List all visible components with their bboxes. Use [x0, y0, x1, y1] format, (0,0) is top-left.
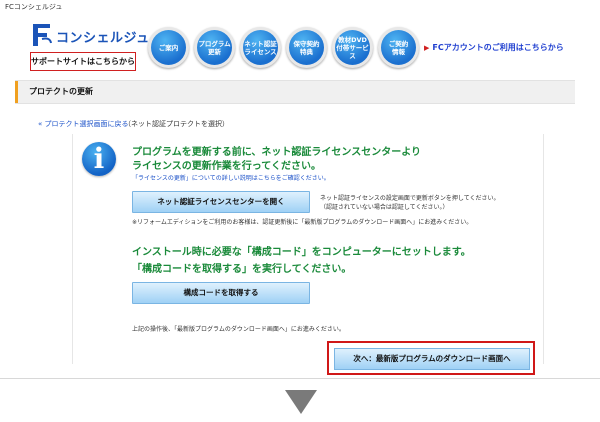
open-license-center-button[interactable]: ネット認証ライセンスセンターを開く [132, 191, 310, 213]
fc-account-link-label: FCアカウントのご利用はこちらから [432, 43, 564, 52]
support-site-link[interactable]: サポートサイトはこちらから [30, 52, 136, 71]
next-download-button[interactable]: 次へ：最新版プログラムのダウンロード画面へ [334, 348, 530, 370]
nav-program-update-button[interactable]: プログラム 更新 [194, 27, 235, 68]
triangle-right-icon: ▶ [424, 44, 430, 52]
nav-maintenance-label: 保守契約 特典 [289, 30, 324, 65]
back-link-subtext: （ネット認証プロテクトを選択） [124, 120, 229, 128]
nav-net-license-button[interactable]: ネット認証 ライセンス [240, 27, 281, 68]
get-config-code-button[interactable]: 構成コードを取得する [132, 282, 310, 304]
back-to-protect-select-link[interactable]: « プロテクト選択画面に戻る [38, 119, 129, 129]
nav-contract-info-label: ご契約 情報 [381, 30, 416, 65]
next-button-highlight: 次へ：最新版プログラムのダウンロード画面へ [327, 341, 535, 375]
config-code-message-line2: 「構成コードを取得する」を実行してください。 [132, 264, 352, 275]
license-update-info-link[interactable]: 「ライセンスの更新」についての詳しい説明はこちらをご確認ください。 [132, 173, 330, 182]
info-icon: i [82, 142, 116, 176]
nav-guide-label: ご案内 [151, 30, 186, 65]
logo-text: コンシェルジュ [56, 31, 150, 46]
fc-logo-icon [33, 24, 52, 46]
reform-edition-note: ※リフォームエディションをご利用のお客様は、認証更新後に「最新版プログラムのダウ… [132, 219, 473, 226]
page-title: プロテクトの更新 [29, 87, 93, 96]
window-title: FCコンシェルジュ [5, 3, 63, 11]
page-header-accent [15, 81, 18, 103]
config-code-message-line1: インストール時に必要な「構成コード」をコンピューターにセットします。 [132, 247, 471, 258]
license-message-line1: プログラムを更新する前に、ネット認証ライセンスセンターより [132, 147, 421, 158]
after-operation-note: 上記の操作後、「最新版プログラムのダウンロード画面へ」にお進みください。 [132, 326, 345, 333]
nav-contract-info-button[interactable]: ご契約 情報 [378, 27, 419, 68]
down-arrow-icon [285, 390, 317, 414]
nav-dvd-service-label: 教材DVD 付帯サービス [335, 30, 370, 65]
nav-dvd-service-button[interactable]: 教材DVD 付帯サービス [332, 27, 373, 68]
license-message-line2: ライセンスの更新作業を行ってください。 [132, 161, 321, 172]
license-note-2: （認証されていない場合は認証してください。） [320, 204, 449, 211]
app-window: FCコンシェルジュ コンシェルジュ サポートサイトはこちらから ご案内 プログラ… [0, 0, 600, 379]
nav-program-update-label: プログラム 更新 [197, 30, 232, 65]
nav-net-license-label: ネット認証 ライセンス [243, 30, 278, 65]
nav-guide-button[interactable]: ご案内 [148, 27, 189, 68]
page-header-bar: プロテクトの更新 [15, 80, 575, 104]
nav-maintenance-button[interactable]: 保守契約 特典 [286, 27, 327, 68]
license-note-1: ネット認証ライセンスの設定画面で更新ボタンを押してください。 [320, 195, 500, 202]
fc-account-link[interactable]: ▶ FCアカウントのご利用はこちらから [424, 42, 564, 53]
